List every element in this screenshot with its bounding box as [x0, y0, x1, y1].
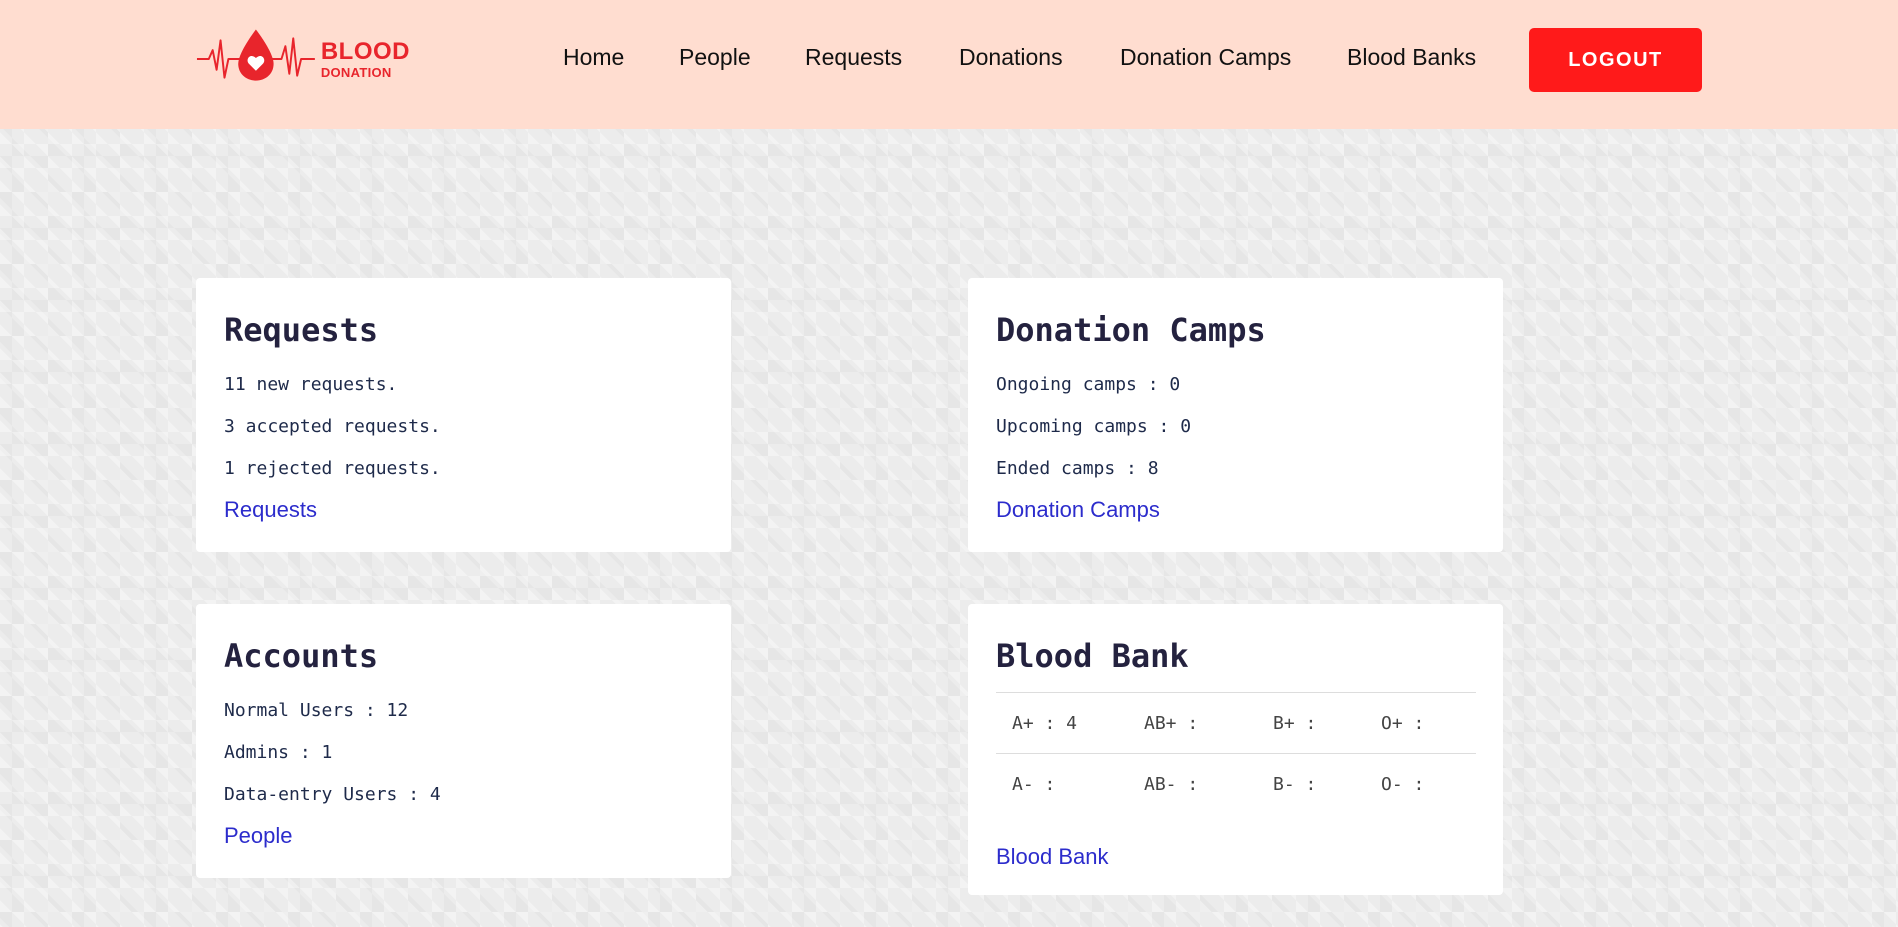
normal-users-count: Normal Users : 12	[224, 700, 409, 721]
nav-donations[interactable]: Donations	[959, 44, 1063, 71]
requests-link[interactable]: Requests	[224, 490, 317, 530]
data-entry-users-count: Data-entry Users : 4	[224, 784, 441, 805]
accounts-card-title: Accounts	[224, 637, 379, 675]
blood-stock-row-positive: A+ : 4 AB+ : B+ : O+ :	[996, 693, 1476, 754]
donation-camps-link[interactable]: Donation Camps	[996, 490, 1160, 530]
stock-a-positive: A+ : 4	[1012, 713, 1078, 734]
nav-home[interactable]: Home	[563, 44, 624, 71]
requests-card-title: Requests	[224, 311, 379, 349]
logout-button[interactable]: LOGOUT	[1529, 28, 1702, 92]
admins-count: Admins : 1	[224, 742, 333, 763]
accounts-card: Accounts Normal Users : 12 Admins : 1 Da…	[196, 604, 731, 878]
requests-rejected-count: 1 rejected requests.	[224, 458, 441, 479]
donation-camps-card-title: Donation Camps	[996, 311, 1266, 349]
nav-people[interactable]: People	[679, 44, 751, 71]
donation-camps-card: Donation Camps Ongoing camps : 0 Upcomin…	[968, 278, 1503, 552]
stock-o-positive: O+ :	[1381, 713, 1425, 734]
blood-bank-card-title: Blood Bank	[996, 637, 1189, 675]
stock-a-negative: A- :	[1012, 774, 1056, 795]
brand-line-1: BLOOD	[320, 37, 410, 65]
people-link[interactable]: People	[224, 816, 293, 856]
blood-bank-card: Blood Bank A+ : 4 AB+ : B+ : O+ : A- : A…	[968, 604, 1503, 895]
ended-camps-count: Ended camps : 8	[996, 458, 1159, 479]
top-navbar: BLOOD DONATION Home People Requests Dona…	[0, 0, 1898, 129]
nav-requests[interactable]: Requests	[805, 44, 902, 71]
nav-blood-banks[interactable]: Blood Banks	[1347, 44, 1476, 71]
requests-card: Requests 11 new requests. 3 accepted req…	[196, 278, 731, 552]
stock-ab-negative: AB- :	[1144, 774, 1199, 795]
upcoming-camps-count: Upcoming camps : 0	[996, 416, 1192, 437]
stock-b-negative: B- :	[1273, 774, 1317, 795]
brand-line-2: DONATION	[320, 64, 392, 80]
blood-stock-table: A+ : 4 AB+ : B+ : O+ : A- : AB- : B- : O…	[996, 692, 1476, 815]
brand-wordmark: BLOOD DONATION	[320, 37, 410, 80]
requests-new-count: 11 new requests.	[224, 374, 398, 395]
stock-ab-positive: AB+ :	[1144, 713, 1199, 734]
blood-drop-heartbeat-icon	[196, 29, 315, 81]
requests-accepted-count: 3 accepted requests.	[224, 416, 441, 437]
stock-b-positive: B+ :	[1273, 713, 1317, 734]
stock-o-negative: O- :	[1381, 774, 1425, 795]
nav-donation-camps[interactable]: Donation Camps	[1120, 44, 1291, 71]
brand-logo[interactable]: BLOOD DONATION	[195, 26, 410, 92]
ongoing-camps-count: Ongoing camps : 0	[996, 374, 1181, 395]
blood-stock-row-negative: A- : AB- : B- : O- :	[996, 754, 1476, 815]
blood-bank-link[interactable]: Blood Bank	[996, 837, 1109, 877]
